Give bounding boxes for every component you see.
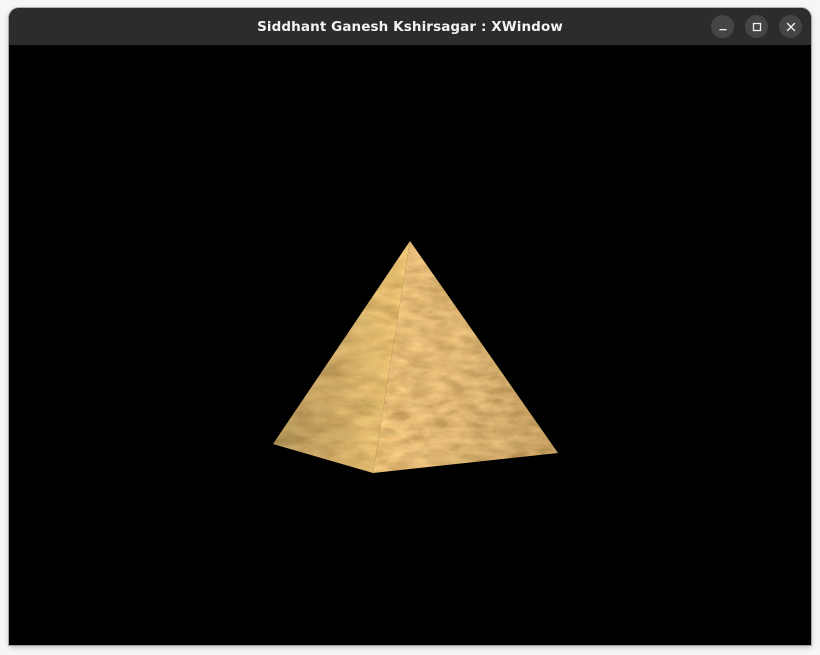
minimize-icon: [719, 28, 726, 30]
app-window: Siddhant Ganesh Kshirsagar : XWindow: [9, 8, 811, 645]
pyramid-render: [273, 241, 558, 473]
maximize-button[interactable]: [745, 15, 768, 38]
minimize-button[interactable]: [711, 15, 734, 38]
window-title: Siddhant Ganesh Kshirsagar : XWindow: [257, 18, 563, 35]
window-controls: [711, 15, 802, 38]
close-icon: [786, 22, 795, 31]
close-button[interactable]: [779, 15, 802, 38]
title-bar[interactable]: Siddhant Ganesh Kshirsagar : XWindow: [9, 8, 811, 45]
maximize-icon: [752, 22, 761, 31]
render-canvas[interactable]: [9, 45, 811, 645]
